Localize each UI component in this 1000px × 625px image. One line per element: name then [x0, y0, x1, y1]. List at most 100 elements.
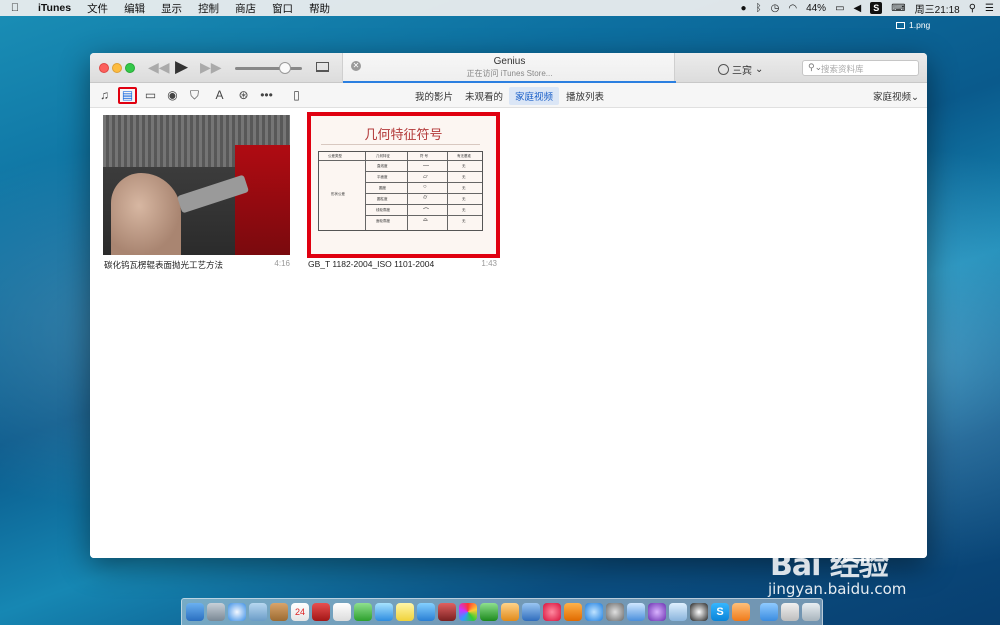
menu-app-itunes[interactable]: iTunes [30, 2, 79, 14]
siri-icon[interactable] [648, 603, 666, 621]
library-item[interactable]: 碳化钨瓦楞辊表面抛光工艺方法 4:16 [103, 115, 290, 275]
qq-icon[interactable] [690, 603, 708, 621]
volume-icon[interactable]: ◀ [854, 3, 862, 14]
keynote-icon[interactable] [501, 603, 519, 621]
skype-status-icon[interactable]: S [870, 2, 883, 14]
search-placeholder: 搜索资料库 [821, 64, 864, 74]
menu-bar:  iTunes 文件 编辑 显示 控制 商店 窗口 帮助 ● ᛒ ◷ ◠ 44… [0, 0, 1000, 16]
itunes-window: ◀◀ ▶ ▶▶ ✕ Genius 正在访问 iTunes Store... 三宾… [90, 53, 927, 558]
account-menu[interactable]: 三宾 ⌄ [718, 62, 763, 77]
itunes-u-icon[interactable]: ⛉ [186, 87, 203, 104]
menu-store[interactable]: 商店 [227, 1, 264, 16]
table-cell: 直线度 [377, 164, 388, 168]
desktop-file-label: 1.png [909, 20, 931, 30]
table-header: 符 号 [420, 154, 428, 158]
watermark-url: jingyan.baidu.com [768, 580, 907, 598]
tab-playlists[interactable]: 播放列表 [566, 89, 604, 103]
clock[interactable]: 周三21:18 [915, 1, 960, 16]
ibooks-icon[interactable] [564, 603, 582, 621]
library-item[interactable]: 几何特征符号 公差类型 几何特征 符 号 有无基准 形状公差 直线度 — 无 平… [307, 112, 500, 275]
skype-icon[interactable]: S [711, 603, 729, 621]
play-icon[interactable]: ▶ [175, 57, 188, 77]
launchpad-icon[interactable] [207, 603, 225, 621]
window-minimize-button[interactable] [112, 63, 122, 73]
volume-slider[interactable] [235, 67, 302, 70]
table-cell: 圆度 [379, 186, 386, 190]
video-thumbnail[interactable] [103, 115, 290, 255]
table-header: 公差类型 [328, 154, 342, 158]
video-thumbnail[interactable]: 几何特征符号 公差类型 几何特征 符 号 有无基准 形状公差 直线度 — 无 平… [307, 112, 500, 258]
dock: 24 S [181, 598, 823, 625]
photo-booth-icon[interactable] [438, 603, 456, 621]
spotlight-search-icon[interactable]: ⚲ [969, 3, 976, 14]
battery-percent: 44% [806, 2, 827, 14]
finder-icon[interactable] [186, 603, 204, 621]
desktop-file[interactable]: 1.png [896, 20, 930, 30]
preview-icon[interactable] [249, 603, 267, 621]
acrobat-icon[interactable] [312, 603, 330, 621]
table-header: 有无基准 [457, 154, 471, 158]
notes-icon[interactable] [396, 603, 414, 621]
app-store-icon[interactable] [585, 603, 603, 621]
table-symbol: — [423, 163, 429, 169]
downloads-folder-icon[interactable] [760, 603, 778, 621]
menu-view[interactable]: 显示 [153, 1, 190, 16]
qq-icon[interactable]: ● [741, 3, 747, 14]
input-method-icon[interactable]: ⌨ [891, 3, 905, 14]
battery-icon[interactable]: ▭ [835, 3, 844, 14]
tv-icon[interactable]: ▭ [142, 87, 159, 104]
status-display: ✕ Genius 正在访问 iTunes Store... [342, 53, 676, 83]
contacts-icon[interactable] [270, 603, 288, 621]
itunes-icon[interactable] [543, 603, 561, 621]
podcast-icon[interactable]: ◉ [164, 87, 181, 104]
reminders-icon[interactable] [333, 603, 351, 621]
iphone-icon[interactable]: ▯ [288, 87, 305, 104]
movies-icon[interactable]: ▤ [118, 87, 137, 104]
safari-icon[interactable] [228, 603, 246, 621]
xcode-icon[interactable] [627, 603, 645, 621]
view-select[interactable]: 家庭视频⌄ [873, 89, 919, 103]
apple-menu-icon[interactable]:  [0, 2, 30, 14]
menu-help[interactable]: 帮助 [301, 1, 338, 16]
notification-center-icon[interactable]: ☰ [985, 3, 994, 14]
table-header: 几何特征 [376, 154, 390, 158]
window-close-button[interactable] [99, 63, 109, 73]
photos-icon[interactable] [459, 603, 477, 621]
numbers-icon[interactable] [480, 603, 498, 621]
system-preferences-icon[interactable] [606, 603, 624, 621]
rewind-icon[interactable]: ◀◀ [148, 59, 170, 76]
wifi-icon[interactable]: ◠ [788, 3, 797, 14]
music-icon[interactable]: ♫ [96, 87, 113, 104]
more-icon[interactable]: ••• [258, 87, 275, 104]
tab-unwatched[interactable]: 未观看的 [465, 89, 503, 103]
tab-home-videos[interactable]: 家庭视频 [509, 87, 560, 105]
table-symbol: ⌭ [423, 195, 428, 201]
airplay-icon[interactable] [316, 62, 329, 72]
messages-icon[interactable] [375, 603, 393, 621]
table-symbol: ⌓ [423, 217, 428, 223]
fast-forward-icon[interactable]: ▶▶ [200, 59, 222, 76]
symbol-table: 公差类型 几何特征 符 号 有无基准 形状公差 直线度 — 无 平面度 ▱ 无 … [318, 151, 483, 231]
bluetooth-icon[interactable]: ᛒ [756, 3, 762, 14]
menu-edit[interactable]: 编辑 [116, 1, 153, 16]
time-machine-icon[interactable]: ◷ [771, 3, 780, 14]
trash-icon[interactable] [802, 603, 820, 621]
radio-icon[interactable]: ⊛ [235, 87, 252, 104]
menu-controls[interactable]: 控制 [190, 1, 227, 16]
pages-icon[interactable] [522, 603, 540, 621]
facetime-icon[interactable] [354, 603, 372, 621]
table-cell: 无 [462, 208, 466, 212]
window-zoom-button[interactable] [125, 63, 135, 73]
item-duration: 4:16 [274, 259, 290, 268]
volume-knob[interactable] [279, 62, 291, 74]
chat-icon[interactable] [417, 603, 435, 621]
search-input[interactable]: ⚲⌄ 搜索资料库 [802, 60, 919, 76]
calendar-icon[interactable]: 24 [291, 603, 309, 621]
menu-file[interactable]: 文件 [79, 1, 116, 16]
tab-my-movies[interactable]: 我的影片 [415, 89, 453, 103]
virtualbox-icon[interactable] [669, 603, 687, 621]
menu-window[interactable]: 窗口 [264, 1, 301, 16]
app-icon[interactable] [732, 603, 750, 621]
apps-icon[interactable]: A [211, 87, 228, 104]
document-stack-icon[interactable] [781, 603, 799, 621]
